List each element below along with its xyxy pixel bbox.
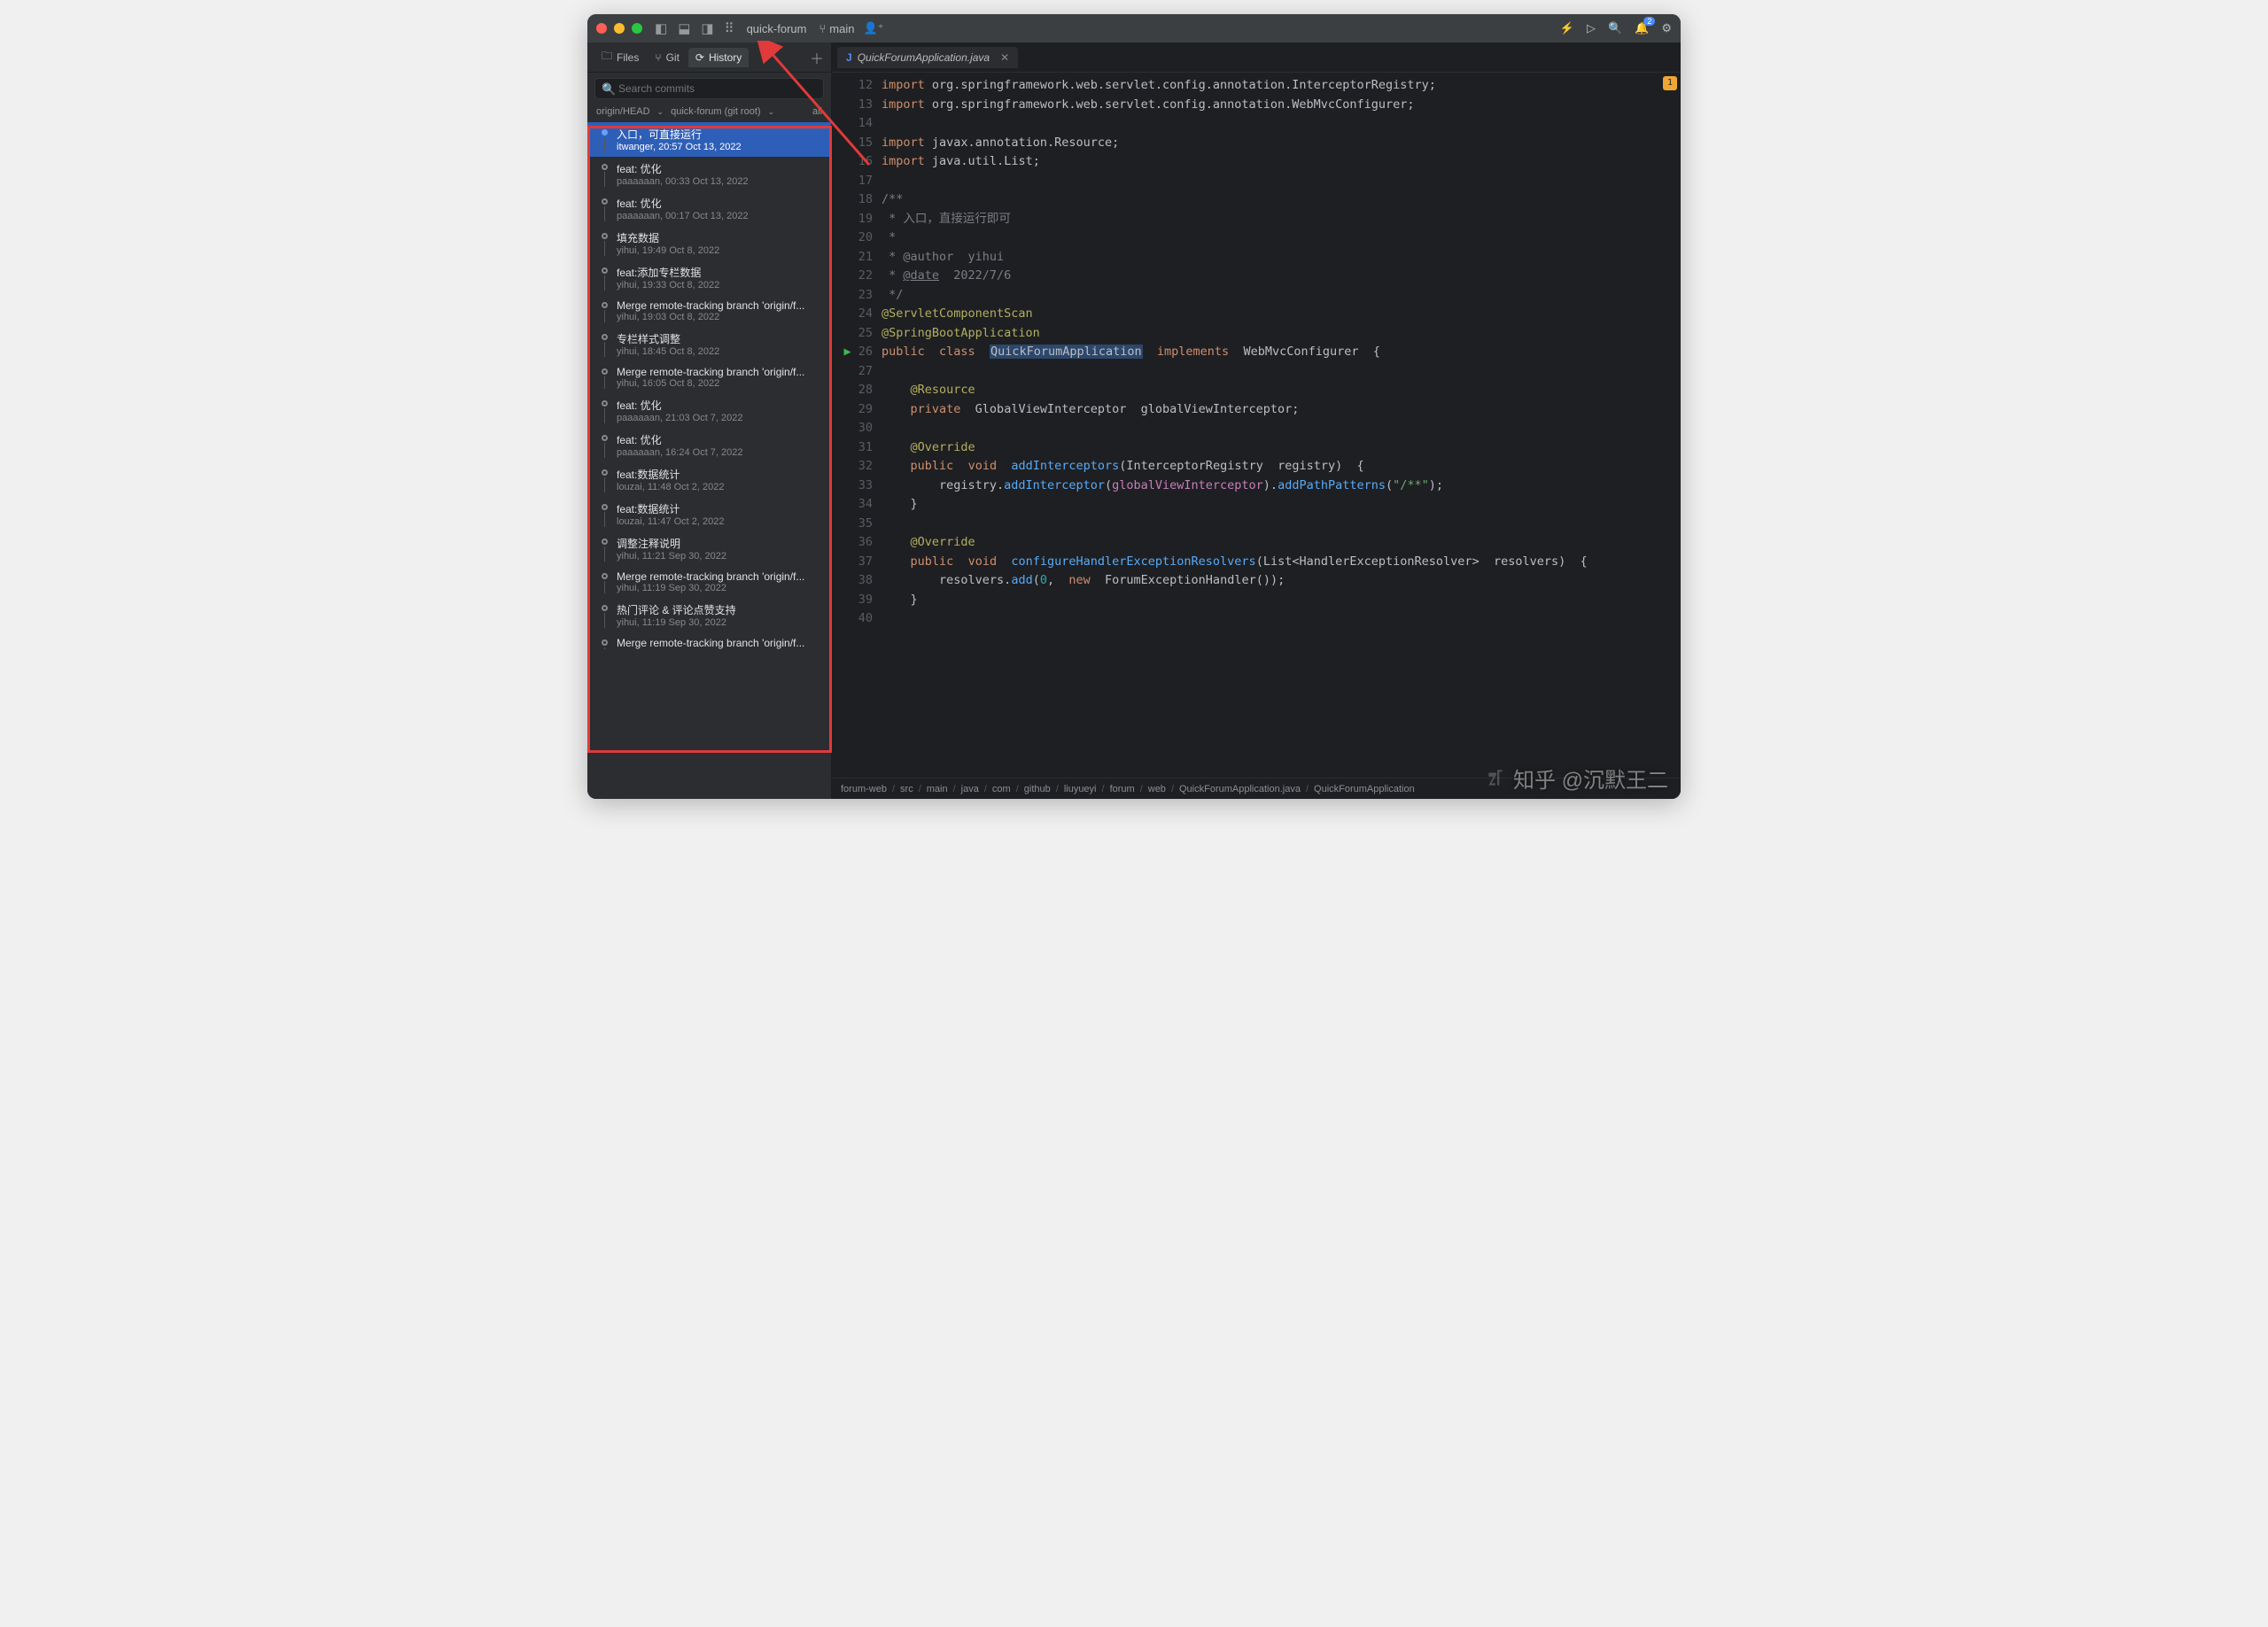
grid-icon[interactable]: ⠿ bbox=[725, 20, 734, 36]
breadcrumb-segment[interactable]: src bbox=[900, 784, 913, 794]
filter-branch: origin/HEAD bbox=[596, 106, 650, 117]
commit-item[interactable]: feat: 优化paaaaaan, 00:17 Oct 13, 2022 bbox=[587, 191, 831, 226]
search-input[interactable] bbox=[594, 78, 824, 99]
line-gutter: 1213141516171819202122232425▶ 2627282930… bbox=[832, 73, 882, 778]
add-tab-icon[interactable]: ＋ bbox=[810, 47, 824, 68]
breadcrumb-segment[interactable]: liuyueyi bbox=[1064, 784, 1097, 794]
breadcrumb-segment[interactable]: forum-web bbox=[841, 784, 887, 794]
titlebar: ◧ ⬓ ◨ ⠿ quick-forum ⑂ main 👤⁺ ⚡ ▷ 🔍 🔔2 ⚙ bbox=[587, 14, 1681, 43]
search-icon: 🔍 bbox=[602, 82, 616, 97]
breadcrumb-segment[interactable]: QuickForumApplication bbox=[1314, 784, 1415, 794]
tab-git[interactable]: ⑂Git bbox=[648, 48, 687, 67]
warning-badge[interactable]: 1 bbox=[1663, 76, 1677, 90]
editor: J QuickForumApplication.java ✕ 121314151… bbox=[832, 43, 1681, 799]
notif-badge: 2 bbox=[1643, 17, 1655, 26]
folder-icon: 🗀 bbox=[602, 48, 612, 66]
tab-history[interactable]: ⟳History bbox=[688, 48, 749, 67]
left-panel-icon[interactable]: ◧ bbox=[655, 20, 667, 36]
commit-item[interactable]: Merge remote-tracking branch 'origin/f..… bbox=[587, 295, 831, 327]
sidebar-tabs: 🗀Files ⑂Git ⟳History ＋ bbox=[587, 43, 831, 73]
watermark: 知乎 @沉默王二 bbox=[1485, 763, 1668, 794]
breadcrumb-segment[interactable]: github bbox=[1024, 784, 1051, 794]
git-icon: ⑂ bbox=[655, 51, 661, 64]
commit-item[interactable]: feat: 优化paaaaaan, 16:24 Oct 7, 2022 bbox=[587, 428, 831, 462]
commit-item[interactable]: 热门评论 & 评论点赞支持yihui, 11:19 Sep 30, 2022 bbox=[587, 598, 831, 632]
commit-item[interactable]: 专栏样式调整yihui, 18:45 Oct 8, 2022 bbox=[587, 327, 831, 361]
window-controls[interactable] bbox=[596, 23, 642, 34]
search-icon[interactable]: 🔍 bbox=[1608, 21, 1622, 35]
titlebar-layout-icons[interactable]: ◧ ⬓ ◨ ⠿ bbox=[655, 20, 734, 36]
java-icon: J bbox=[846, 51, 852, 64]
commit-item[interactable]: 调整注释说明yihui, 11:21 Sep 30, 2022 bbox=[587, 531, 831, 566]
ide-window: ◧ ⬓ ◨ ⠿ quick-forum ⑂ main 👤⁺ ⚡ ▷ 🔍 🔔2 ⚙… bbox=[587, 14, 1681, 799]
commit-item[interactable]: 填充数据yihui, 19:49 Oct 8, 2022 bbox=[587, 226, 831, 260]
project-name[interactable]: quick-forum bbox=[747, 22, 807, 35]
editor-tab-label: QuickForumApplication.java bbox=[858, 51, 990, 64]
add-user-icon[interactable]: 👤⁺ bbox=[863, 21, 883, 35]
breadcrumb-segment[interactable]: QuickForumApplication.java bbox=[1179, 784, 1301, 794]
notification-icon[interactable]: 🔔2 bbox=[1635, 21, 1649, 35]
bottom-panel-icon[interactable]: ⬓ bbox=[678, 20, 690, 36]
close-icon[interactable]: ✕ bbox=[1000, 51, 1009, 64]
commit-item[interactable]: Merge remote-tracking branch 'origin/f..… bbox=[587, 361, 831, 393]
commit-item[interactable]: 入口，可直接运行itwanger, 20:57 Oct 13, 2022 bbox=[587, 122, 831, 157]
breadcrumb-segment[interactable]: web bbox=[1148, 784, 1166, 794]
filter-all: all bbox=[812, 106, 822, 117]
bolt-icon[interactable]: ⚡ bbox=[1560, 21, 1574, 35]
right-panel-icon[interactable]: ◨ bbox=[701, 20, 713, 36]
branch-icon: ⑂ bbox=[819, 22, 826, 35]
history-filter-row[interactable]: origin/HEAD⌄ quick-forum (git root)⌄ all bbox=[587, 105, 831, 122]
run-icon[interactable]: ▷ bbox=[1587, 21, 1596, 35]
editor-tab[interactable]: J QuickForumApplication.java ✕ bbox=[837, 47, 1018, 68]
tab-files[interactable]: 🗀Files bbox=[594, 44, 646, 70]
branch-selector[interactable]: ⑂ main bbox=[819, 22, 854, 35]
commit-item[interactable]: feat:数据统计louzai, 11:48 Oct 2, 2022 bbox=[587, 462, 831, 497]
commit-list: 入口，可直接运行itwanger, 20:57 Oct 13, 2022 fea… bbox=[587, 122, 831, 799]
sidebar: 🗀Files ⑂Git ⟳History ＋ 🔍 origin/HEAD⌄ qu… bbox=[587, 43, 832, 799]
editor-tabs: J QuickForumApplication.java ✕ bbox=[832, 43, 1681, 73]
commit-item[interactable]: feat:添加专栏数据yihui, 19:33 Oct 8, 2022 bbox=[587, 260, 831, 295]
commit-item[interactable]: feat:数据统计louzai, 11:47 Oct 2, 2022 bbox=[587, 497, 831, 531]
breadcrumb-segment[interactable]: main bbox=[927, 784, 948, 794]
commit-item[interactable]: feat: 优化paaaaaan, 21:03 Oct 7, 2022 bbox=[587, 393, 831, 428]
breadcrumb-segment[interactable]: com bbox=[992, 784, 1011, 794]
commit-item[interactable]: feat: 优化paaaaaan, 00:33 Oct 13, 2022 bbox=[587, 157, 831, 191]
history-icon: ⟳ bbox=[695, 51, 704, 64]
code-area[interactable]: 1 import org.springframework.web.servlet… bbox=[882, 73, 1681, 778]
gear-icon[interactable]: ⚙ bbox=[1661, 21, 1672, 35]
breadcrumb-segment[interactable]: forum bbox=[1110, 784, 1135, 794]
breadcrumb-segment[interactable]: java bbox=[961, 784, 979, 794]
commit-item[interactable]: Merge remote-tracking branch 'origin/f..… bbox=[587, 632, 831, 654]
commit-item[interactable]: Merge remote-tracking branch 'origin/f..… bbox=[587, 566, 831, 598]
filter-scope: quick-forum (git root) bbox=[671, 106, 760, 117]
branch-label: main bbox=[829, 22, 854, 35]
editor-body[interactable]: 1213141516171819202122232425▶ 2627282930… bbox=[832, 73, 1681, 778]
